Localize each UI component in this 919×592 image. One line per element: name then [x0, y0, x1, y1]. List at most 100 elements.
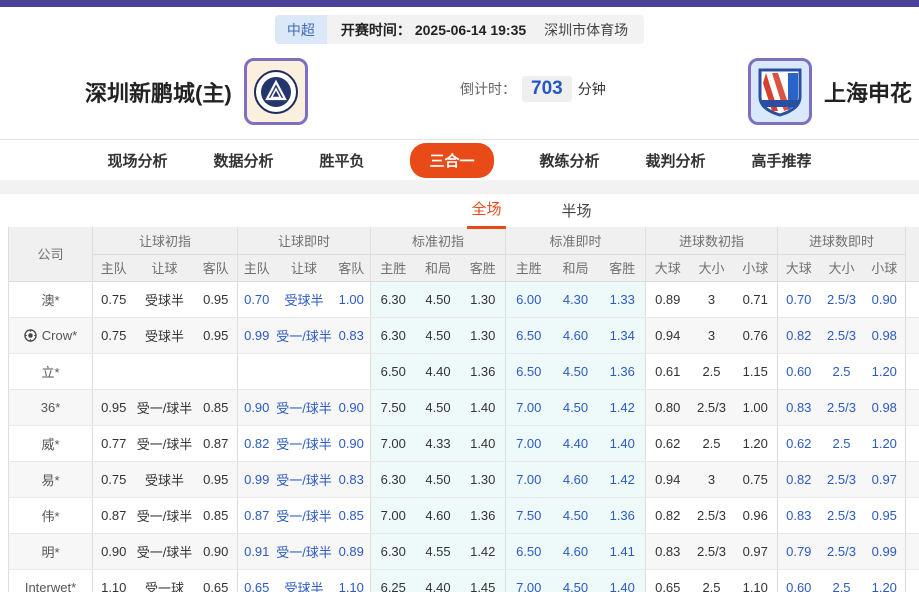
- odds-cell[interactable]: 0.62: [778, 425, 820, 461]
- odds-cell[interactable]: 0.87: [195, 425, 238, 461]
- odds-cell[interactable]: 1.10: [93, 569, 135, 592]
- odds-cell[interactable]: 1.36: [461, 353, 506, 389]
- odds-cell[interactable]: 1.10: [333, 569, 371, 592]
- odds-cell[interactable]: 2.5/3: [820, 497, 864, 533]
- odds-cell[interactable]: 4.30: [552, 281, 600, 317]
- odds-cell[interactable]: 受一/球半: [135, 425, 195, 461]
- odds-cell[interactable]: 4.50: [416, 461, 461, 497]
- odds-cell[interactable]: 6.30: [371, 317, 416, 353]
- odds-cell[interactable]: 1.36: [600, 353, 646, 389]
- away-team-crest-icon[interactable]: [748, 58, 812, 125]
- odds-cell[interactable]: 3: [690, 461, 734, 497]
- odds-cell[interactable]: 6.30: [371, 281, 416, 317]
- odds-cell[interactable]: 0.65: [195, 569, 238, 592]
- odds-cell[interactable]: 0.62: [646, 425, 690, 461]
- odds-cell[interactable]: 0.85: [195, 497, 238, 533]
- odds-cell[interactable]: 7.50: [506, 497, 552, 533]
- odds-cell[interactable]: 受球半: [135, 317, 195, 353]
- odds-cell[interactable]: 6.50: [371, 353, 416, 389]
- odds-cell[interactable]: 4.60: [552, 533, 600, 569]
- odds-cell[interactable]: 2.5: [820, 353, 864, 389]
- nav-tab-7[interactable]: 高手推荐: [752, 150, 812, 171]
- odds-cell[interactable]: 0.90: [864, 281, 906, 317]
- odds-cell[interactable]: 4.50: [416, 389, 461, 425]
- odds-cell[interactable]: 受球半: [135, 281, 195, 317]
- odds-cell[interactable]: 1.30: [461, 461, 506, 497]
- odds-cell[interactable]: 7.00: [371, 497, 416, 533]
- nav-tab-3[interactable]: 胜平负: [319, 150, 364, 171]
- odds-cell[interactable]: 0.90: [333, 425, 371, 461]
- odds-cell[interactable]: 0.75: [93, 317, 135, 353]
- odds-cell[interactable]: 1.40: [600, 569, 646, 592]
- odds-cell[interactable]: 1.00: [333, 281, 371, 317]
- odds-cell[interactable]: 受一球: [135, 569, 195, 592]
- odds-cell[interactable]: 2.5/3: [690, 533, 734, 569]
- odds-cell[interactable]: 4.33: [416, 425, 461, 461]
- odds-cell[interactable]: 2.5/3: [690, 389, 734, 425]
- odds-cell[interactable]: 6.50: [506, 317, 552, 353]
- odds-cell[interactable]: 受球半: [276, 569, 333, 592]
- nav-tab-5[interactable]: 教练分析: [540, 150, 600, 171]
- odds-cell[interactable]: 0.65: [238, 569, 276, 592]
- odds-cell[interactable]: 0.87: [93, 497, 135, 533]
- odds-cell[interactable]: 0.85: [333, 497, 371, 533]
- odds-cell[interactable]: 4.40: [552, 425, 600, 461]
- odds-cell[interactable]: 7.00: [506, 425, 552, 461]
- odds-cell[interactable]: 0.83: [333, 317, 371, 353]
- odds-cell[interactable]: 0.65: [646, 569, 690, 592]
- odds-cell[interactable]: 4.50: [552, 569, 600, 592]
- odds-cell[interactable]: 4.60: [416, 497, 461, 533]
- odds-cell[interactable]: 0.82: [646, 497, 690, 533]
- odds-cell[interactable]: 0.76: [734, 317, 778, 353]
- odds-cell[interactable]: 0.90: [195, 533, 238, 569]
- odds-cell[interactable]: 0.97: [864, 461, 906, 497]
- odds-cell[interactable]: 0.95: [195, 461, 238, 497]
- odds-cell[interactable]: 2.5: [820, 425, 864, 461]
- nav-tab-1[interactable]: 现场分析: [107, 150, 167, 171]
- odds-cell[interactable]: 2.5/3: [690, 497, 734, 533]
- odds-cell[interactable]: 4.50: [416, 281, 461, 317]
- odds-cell[interactable]: 0.82: [238, 425, 276, 461]
- odds-cell[interactable]: 1.40: [461, 389, 506, 425]
- odds-cell[interactable]: 6.30: [371, 461, 416, 497]
- odds-cell[interactable]: 0.91: [238, 533, 276, 569]
- odds-cell[interactable]: 1.33: [600, 281, 646, 317]
- odds-cell[interactable]: 1.30: [461, 317, 506, 353]
- odds-cell[interactable]: 1.36: [461, 497, 506, 533]
- odds-cell[interactable]: 1.15: [734, 353, 778, 389]
- odds-cell[interactable]: 1.20: [864, 353, 906, 389]
- odds-cell[interactable]: 2.5/3: [820, 317, 864, 353]
- odds-cell[interactable]: 0.98: [864, 317, 906, 353]
- odds-cell[interactable]: 1.40: [461, 425, 506, 461]
- odds-cell[interactable]: 6.50: [506, 533, 552, 569]
- odds-cell[interactable]: 0.89: [646, 281, 690, 317]
- odds-cell[interactable]: 0.83: [778, 389, 820, 425]
- odds-cell[interactable]: 0.94: [646, 461, 690, 497]
- odds-cell[interactable]: 6.25: [371, 569, 416, 592]
- odds-cell[interactable]: 2.5: [820, 569, 864, 592]
- odds-cell[interactable]: 1.20: [734, 425, 778, 461]
- odds-cell[interactable]: 0.80: [646, 389, 690, 425]
- odds-cell[interactable]: 0.89: [333, 533, 371, 569]
- odds-cell[interactable]: 1.42: [600, 389, 646, 425]
- odds-cell[interactable]: 2.5: [690, 569, 734, 592]
- odds-cell[interactable]: 受一/球半: [135, 533, 195, 569]
- odds-cell[interactable]: 受一/球半: [276, 317, 333, 353]
- odds-cell[interactable]: 0.70: [778, 281, 820, 317]
- odds-cell[interactable]: 6.00: [506, 281, 552, 317]
- odds-cell[interactable]: 1.36: [600, 497, 646, 533]
- odds-cell[interactable]: 1.30: [461, 281, 506, 317]
- odds-cell[interactable]: 0.95: [195, 317, 238, 353]
- home-team-name[interactable]: 深圳新鹏城(主): [85, 76, 232, 108]
- odds-cell[interactable]: 4.40: [416, 353, 461, 389]
- subtab-2[interactable]: 半场: [558, 194, 596, 228]
- odds-cell[interactable]: 2.5/3: [820, 389, 864, 425]
- odds-cell[interactable]: 0.60: [778, 569, 820, 592]
- odds-cell[interactable]: 0.95: [93, 389, 135, 425]
- odds-cell[interactable]: 2.5: [690, 353, 734, 389]
- odds-cell[interactable]: 6.30: [371, 533, 416, 569]
- odds-cell[interactable]: 受一/球半: [276, 425, 333, 461]
- odds-cell[interactable]: 1.20: [864, 569, 906, 592]
- odds-cell[interactable]: 0.75: [734, 461, 778, 497]
- odds-cell[interactable]: 0.95: [195, 281, 238, 317]
